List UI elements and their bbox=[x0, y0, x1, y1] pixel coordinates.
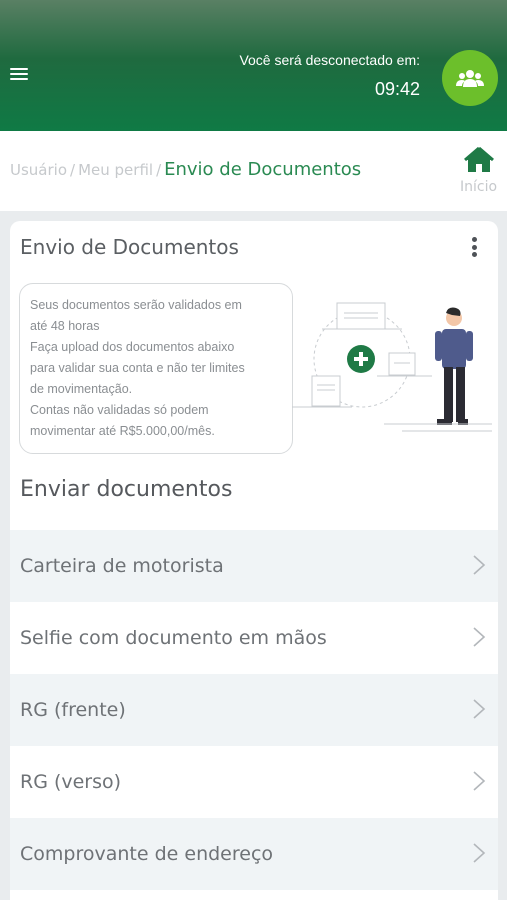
list-item-label: Comprovante de endereço bbox=[20, 843, 274, 865]
info-line: de movimentação. bbox=[30, 382, 133, 396]
chevron-right-icon bbox=[473, 843, 486, 863]
list-item-drivers-license[interactable]: Carteira de motorista bbox=[10, 530, 498, 602]
card-title: Envio de Documentos bbox=[20, 235, 239, 259]
list-item-proof-of-address[interactable]: Comprovante de endereço bbox=[10, 818, 498, 890]
kebab-menu-icon[interactable] bbox=[472, 237, 478, 259]
list-item-rg-back[interactable]: RG (verso) bbox=[10, 746, 498, 818]
list-item-label: RG (verso) bbox=[20, 771, 122, 793]
chevron-right-icon bbox=[473, 555, 486, 575]
chevron-right-icon bbox=[473, 627, 486, 647]
upload-illustration bbox=[292, 302, 492, 432]
home-label[interactable]: Início bbox=[460, 179, 497, 195]
user-group-icon bbox=[456, 70, 484, 87]
user-group-button[interactable] bbox=[442, 50, 498, 106]
logout-warning-label: Você será desconectado em: bbox=[239, 52, 420, 68]
info-line: movimentar até R$5.000,00/mês. bbox=[30, 424, 215, 438]
hamburger-menu-icon[interactable] bbox=[10, 68, 28, 82]
info-line: para validar sua conta e não ter limites bbox=[30, 361, 245, 375]
info-line: até 48 horas bbox=[30, 319, 100, 333]
chevron-right-icon bbox=[473, 771, 486, 791]
list-item-rg-front[interactable]: RG (frente) bbox=[10, 674, 498, 746]
home-button[interactable] bbox=[458, 146, 500, 177]
breadcrumb-item-current: Envio de Documentos bbox=[164, 159, 362, 180]
breadcrumb-item-profile[interactable]: Meu perfil bbox=[78, 161, 153, 179]
section-title: Enviar documentos bbox=[20, 477, 233, 502]
app-header: Você será desconectado em: 09:42 bbox=[0, 0, 507, 131]
breadcrumb: Usuário / Meu perfil / Envio de Documentos bbox=[10, 159, 362, 180]
breadcrumb-bar: Usuário / Meu perfil / Envio de Documentos bbox=[0, 131, 507, 211]
chevron-right-icon bbox=[473, 699, 486, 719]
documents-card: Envio de Documentos Seus documentos serã… bbox=[10, 221, 498, 900]
list-item-label: Carteira de motorista bbox=[20, 555, 224, 577]
home-icon bbox=[464, 146, 494, 172]
info-line: Contas não validadas só podem bbox=[30, 403, 209, 417]
document-list: Carteira de motorista Selfie com documen… bbox=[10, 530, 498, 890]
info-box: Seus documentos serão validados em até 4… bbox=[19, 283, 293, 454]
info-line: Seus documentos serão validados em bbox=[30, 298, 242, 312]
breadcrumb-item-user[interactable]: Usuário bbox=[10, 161, 67, 179]
list-item-selfie[interactable]: Selfie com documento em mãos bbox=[10, 602, 498, 674]
list-item-label: RG (frente) bbox=[20, 699, 126, 721]
info-line: Faça upload dos documentos abaixo bbox=[30, 340, 235, 354]
session-timer: 09:42 bbox=[374, 79, 420, 99]
list-item-label: Selfie com documento em mãos bbox=[20, 627, 327, 649]
